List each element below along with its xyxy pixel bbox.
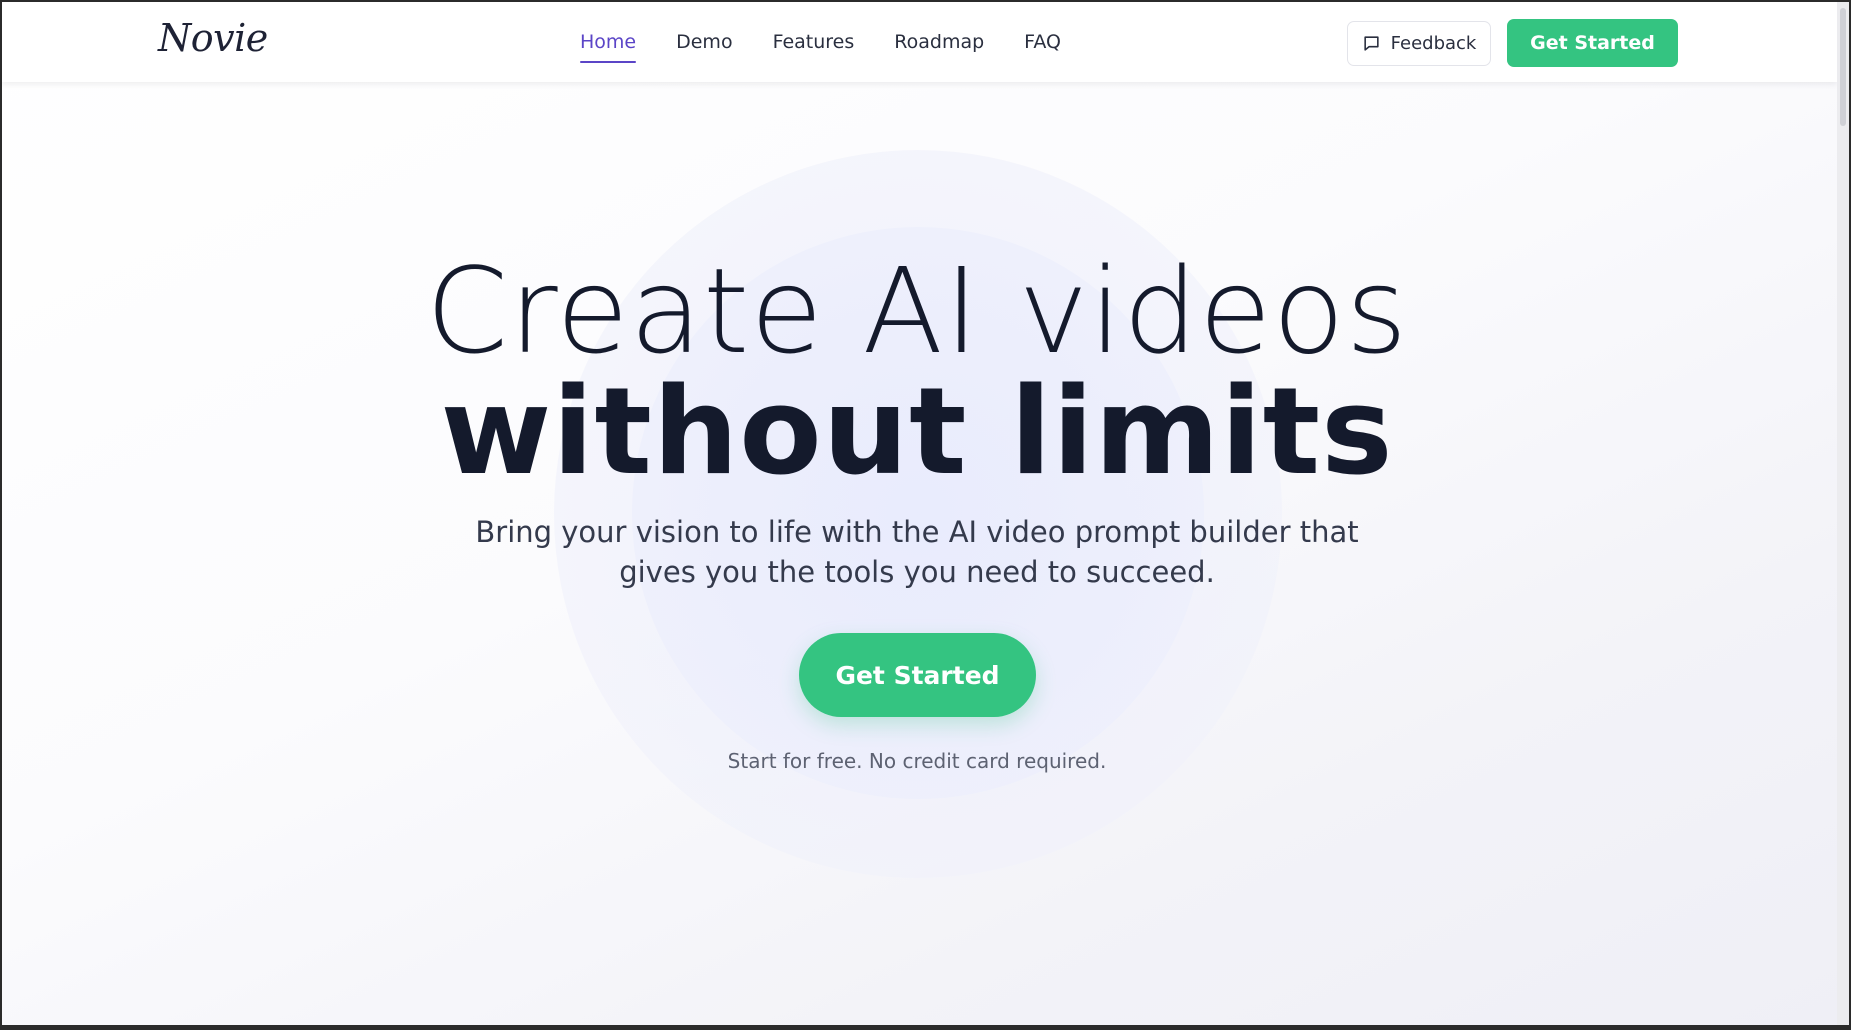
browser-window: Novie Home Demo Features Roadmap FAQ Fee… (0, 0, 1851, 1030)
nav-link-demo[interactable]: Demo (676, 25, 732, 59)
hero-get-started-button[interactable]: Get Started (799, 633, 1036, 717)
top-navbar: Novie Home Demo Features Roadmap FAQ Fee… (2, 2, 1837, 82)
hero-subtitle: Bring your vision to life with the AI vi… (475, 515, 1359, 589)
nav-get-started-button[interactable]: Get Started (1507, 19, 1678, 67)
feedback-button[interactable]: Feedback (1347, 21, 1491, 66)
hero-fineprint: Start for free. No credit card required. (727, 749, 1107, 773)
scrollbar-thumb[interactable] (1840, 8, 1846, 126)
main-nav: Home Demo Features Roadmap FAQ (580, 2, 1061, 82)
hero-headline-line1: Create AI videos (425, 242, 1409, 380)
feedback-button-label: Feedback (1390, 33, 1477, 54)
nav-link-features[interactable]: Features (773, 25, 855, 59)
brand-logo[interactable]: Novie (158, 16, 268, 60)
nav-link-home[interactable]: Home (580, 25, 637, 63)
nav-link-roadmap[interactable]: Roadmap (894, 25, 984, 59)
hero-headline-line2: without limits (440, 363, 1394, 502)
chat-bubble-icon (1362, 34, 1381, 53)
nav-link-faq[interactable]: FAQ (1024, 25, 1061, 59)
page-viewport: Novie Home Demo Features Roadmap FAQ Fee… (2, 2, 1837, 1025)
page-scrollbar[interactable] (1837, 2, 1849, 1025)
